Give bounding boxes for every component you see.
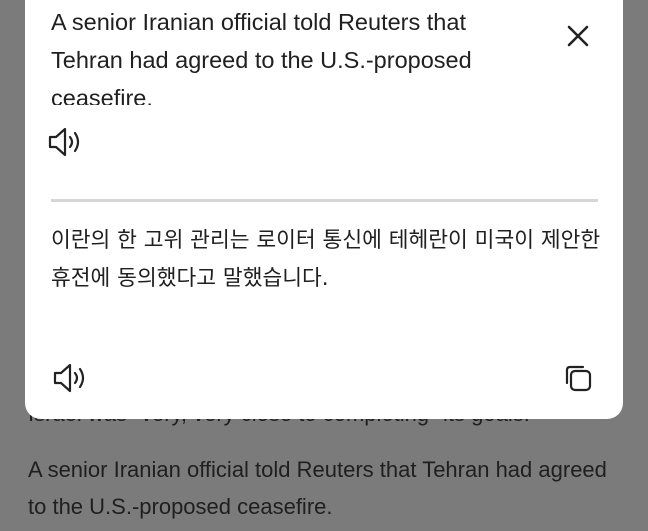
close-button[interactable] [562,20,594,52]
translate-panel: A senior Iranian official told Reuters t… [25,0,623,419]
divider [51,199,598,202]
speaker-icon [53,363,85,393]
speaker-icon [48,127,80,157]
copy-button[interactable] [560,360,596,396]
article-paragraph: A senior Iranian official told Reuters t… [28,457,607,519]
copy-icon [565,365,592,392]
translated-speak-button[interactable] [50,360,90,396]
translated-text: 이란의 한 고위 관리는 로이터 통신에 테헤란이 미국이 제안한 휴전에 동의… [51,228,601,291]
source-speak-button[interactable] [45,124,85,160]
close-icon [567,25,589,47]
source-text: A senior Iranian official told Reuters t… [51,9,472,105]
